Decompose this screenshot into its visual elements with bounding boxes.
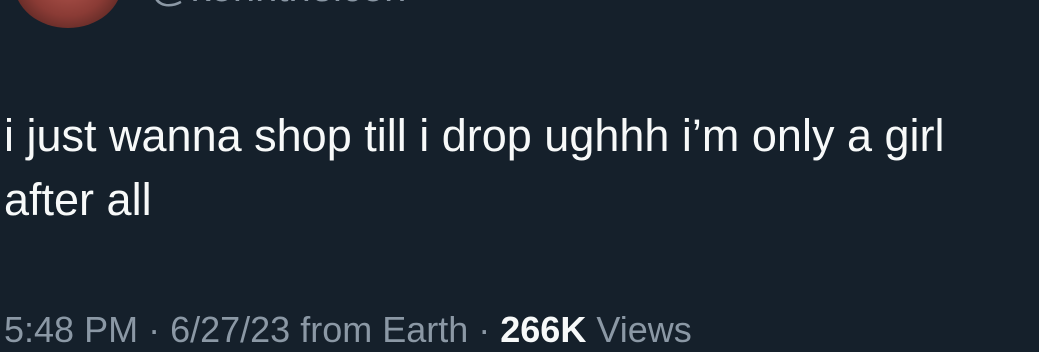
tweet-time[interactable]: 5:48 PM	[4, 309, 138, 350]
avatar[interactable]	[14, 0, 122, 28]
tweet-meta: 5:48 PM · 6/27/23 from Earth · 266K View…	[4, 308, 692, 352]
author-handle[interactable]: @kohhthelcon	[150, 0, 406, 8]
views-count[interactable]: 266K	[500, 309, 586, 350]
tweet-date[interactable]: 6/27/23	[170, 309, 290, 350]
tweet-source: from Earth	[290, 309, 469, 350]
views-label: Views	[586, 309, 692, 350]
tweet-text: i just wanna shop till i drop ughhh i’m …	[4, 110, 945, 225]
meta-separator: ·	[138, 309, 171, 350]
meta-separator: ·	[468, 309, 501, 350]
